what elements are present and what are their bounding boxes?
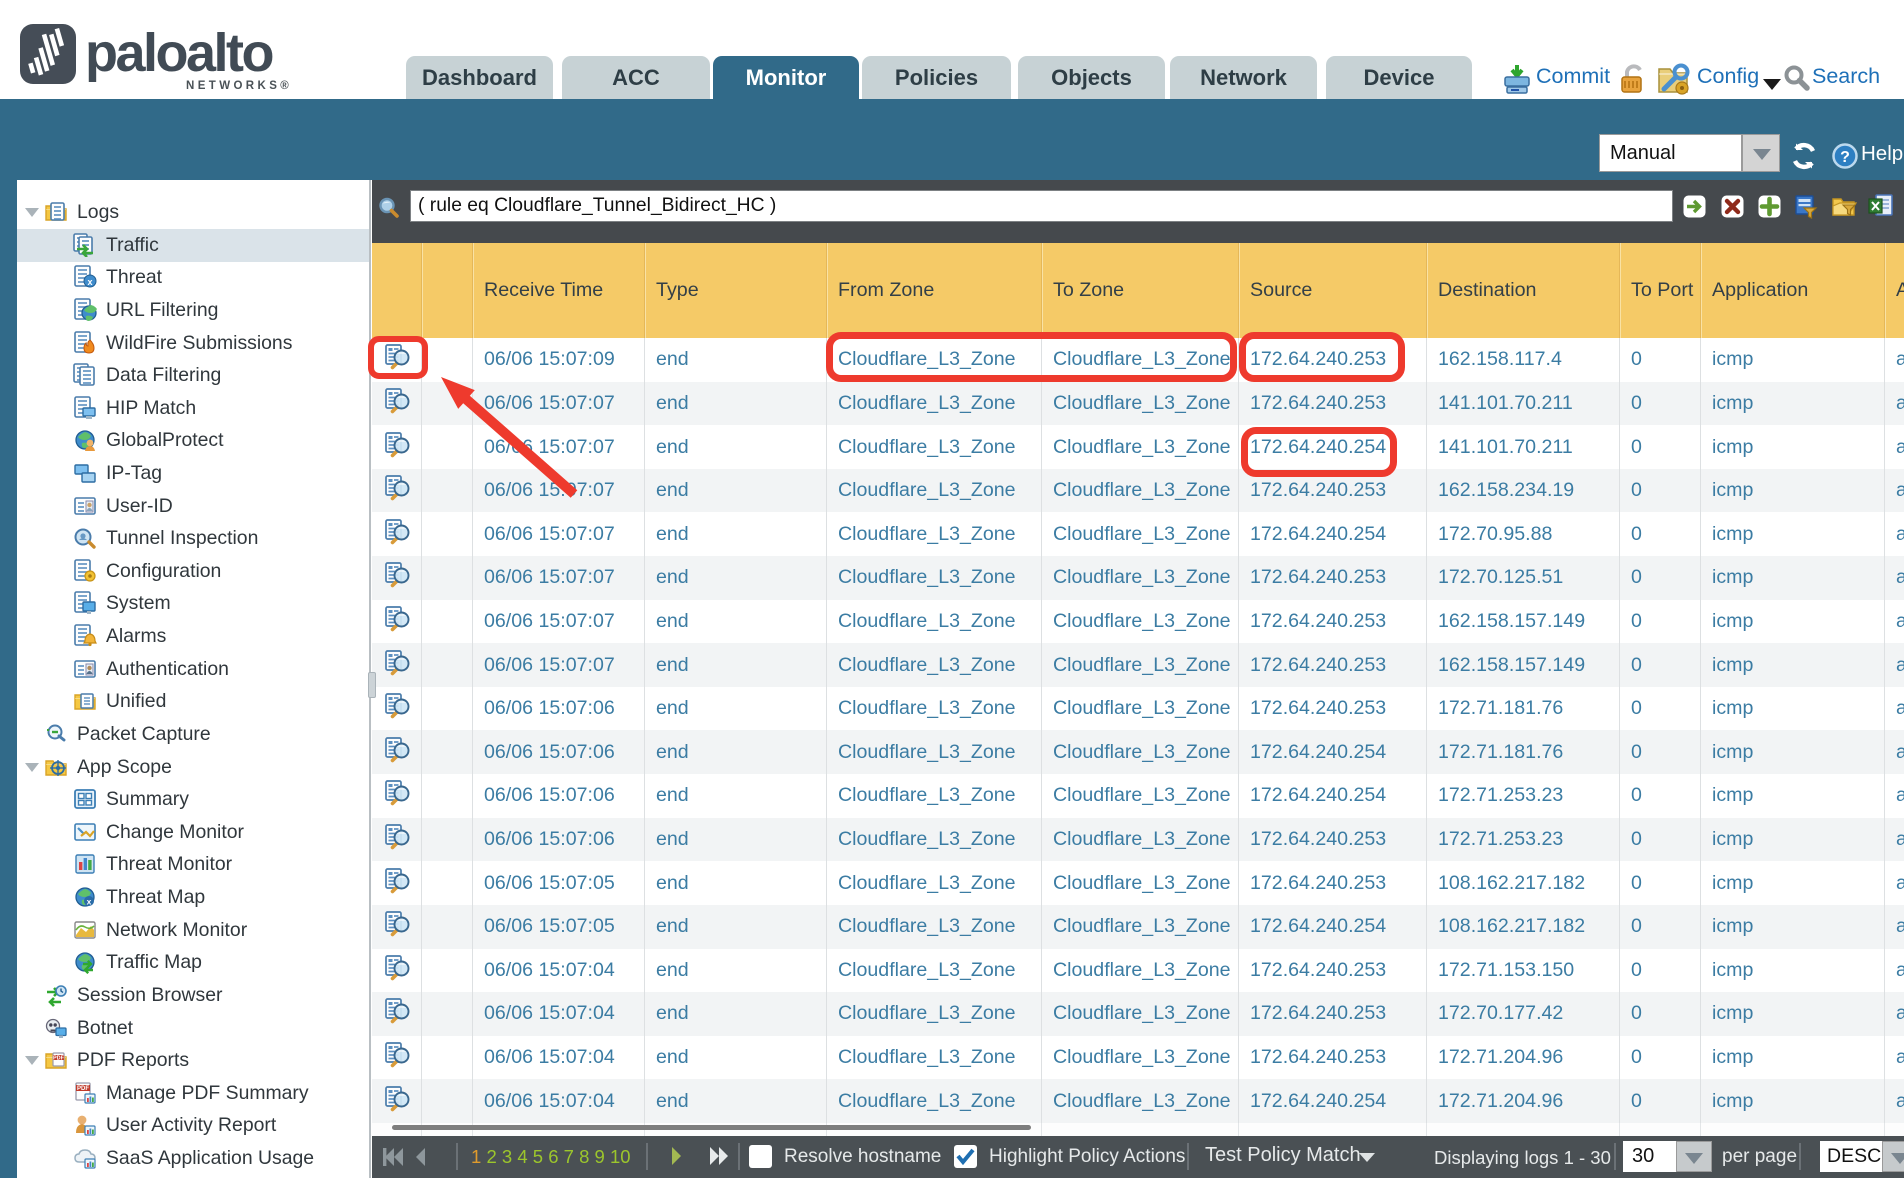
svg-text:?: ? <box>1840 149 1850 166</box>
svg-text:PDF: PDF <box>77 1086 89 1092</box>
svg-text:x: x <box>87 277 92 287</box>
svg-text:x: x <box>87 897 92 907</box>
svg-text:PDF: PDF <box>53 1056 65 1062</box>
